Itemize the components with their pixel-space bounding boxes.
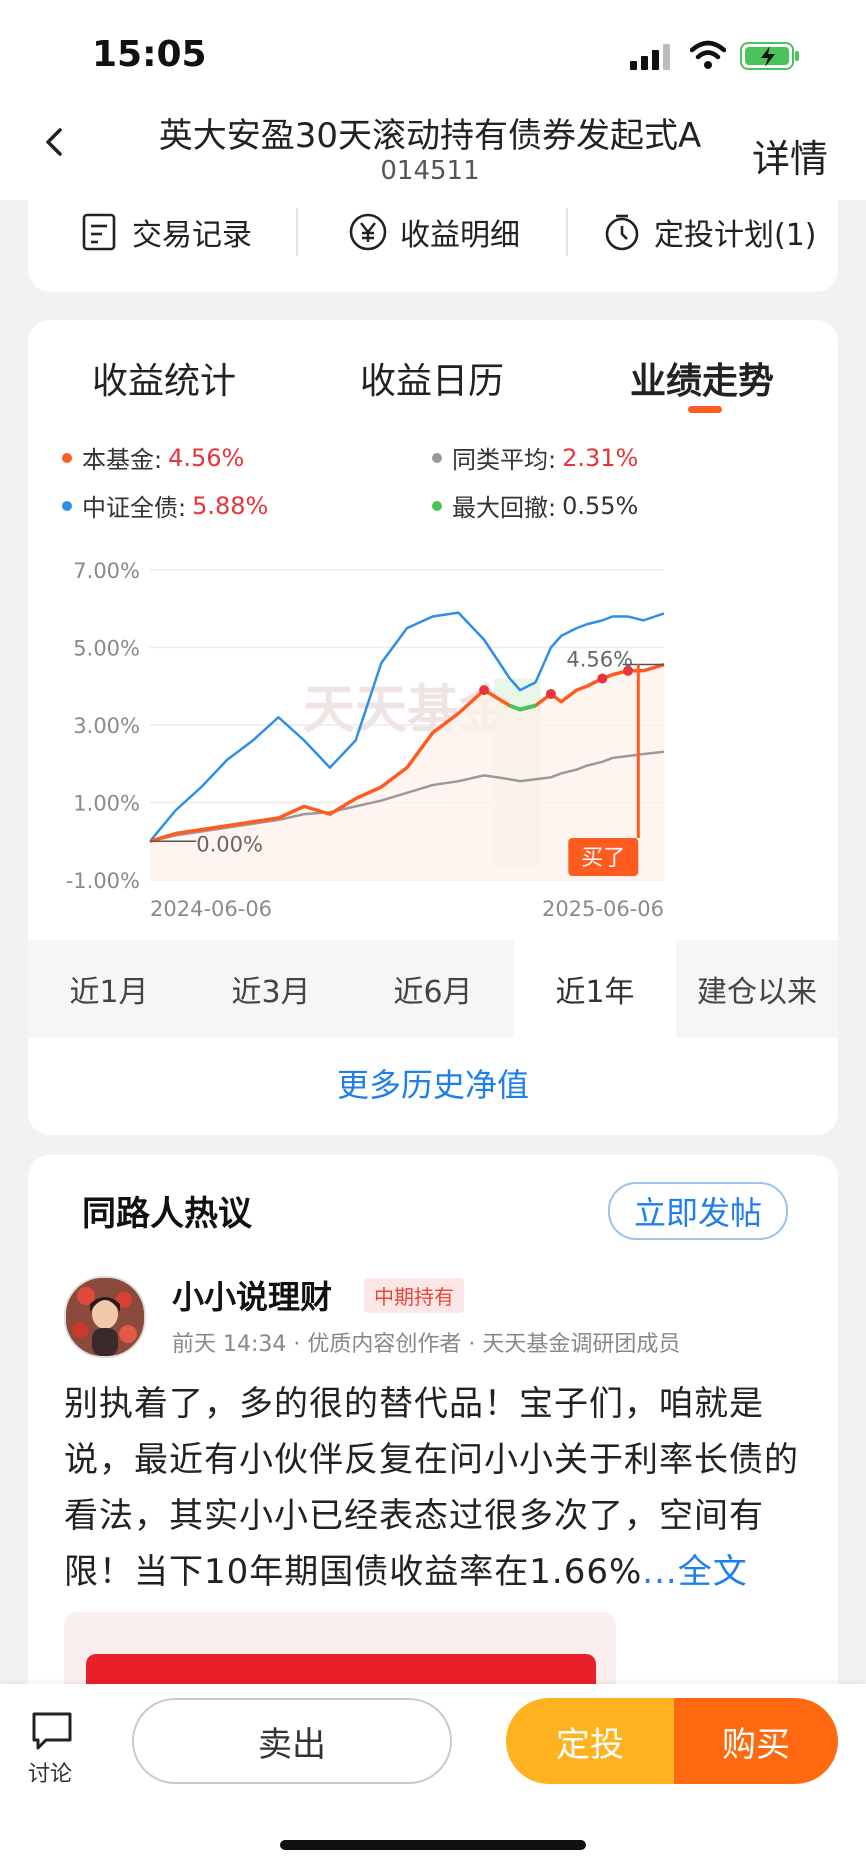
username[interactable]: 小小说理财 (172, 1272, 332, 1318)
yen-circle-icon (349, 213, 387, 251)
legend-index: 中证全债: 5.88% (62, 488, 268, 523)
performance-chart[interactable]: 7.00% 5.00% 3.00% 1.00% -1.00% 2024-06-06 2025… (28, 548, 838, 928)
read-more-link[interactable]: ...全文 (642, 1552, 747, 1592)
period-since-inception[interactable]: 建仓以来 (676, 940, 838, 1038)
tab-performance-trend[interactable]: 业绩走势 (630, 352, 774, 404)
legend-value: 4.56% (168, 443, 245, 472)
status-time: 15:05 (92, 34, 207, 75)
legend-label: 同类平均: (452, 446, 557, 474)
divider (296, 208, 298, 256)
end-value-label: 4.56% (566, 648, 633, 672)
holding-badge: 中期持有 (364, 1278, 464, 1313)
y-tick-label: 1.00% (73, 792, 140, 816)
y-tick-label: 7.00% (73, 559, 140, 583)
legend-label: 本基金: (82, 446, 163, 474)
trade-marker (545, 689, 556, 699)
period-6m[interactable]: 近6月 (352, 940, 514, 1038)
timer-icon (605, 214, 639, 251)
legend-fund: 本基金: 4.56% (62, 440, 244, 475)
sell-button[interactable]: 卖出 (132, 1698, 452, 1784)
legend-dot (432, 500, 442, 511)
tab-income-stats[interactable]: 收益统计 (92, 352, 236, 404)
period-1y[interactable]: 近1年 (514, 940, 676, 1038)
trade-marker (597, 673, 608, 684)
active-tab-indicator (688, 406, 722, 413)
income-detail-button[interactable]: 收益明细 (348, 205, 520, 259)
back-arrow-icon[interactable] (40, 128, 68, 156)
x-tick-label: 2024-06-06 (150, 897, 272, 921)
legend-label: 中证全债: (82, 494, 187, 522)
post-button[interactable]: 立即发帖 (608, 1182, 788, 1240)
y-tick-label: 5.00% (73, 637, 140, 661)
legend-value: 2.31% (562, 443, 639, 472)
trade-record-button[interactable]: 交易记录 (80, 205, 252, 259)
start-value-label: 0.00% (196, 832, 263, 856)
more-history-link[interactable]: 更多历史净值 (28, 1060, 838, 1106)
discussion-title: 同路人热议 (82, 1194, 252, 1234)
battery-charging-icon (740, 42, 799, 70)
legend-value: 5.88% (192, 491, 269, 520)
auto-invest-button[interactable]: 定投 (506, 1698, 674, 1784)
y-tick-label: 3.00% (73, 714, 140, 738)
wifi-icon (690, 40, 726, 69)
document-icon (82, 213, 116, 251)
fund-code: 014511 (380, 156, 480, 186)
legend-dot (432, 452, 442, 463)
home-indicator (280, 1840, 586, 1850)
signal-icon (630, 44, 670, 70)
buy-marker-label: 买了 (581, 846, 625, 871)
chat-bubble-icon[interactable] (30, 1710, 74, 1752)
legend-max-drawdown: 最大回撤: 0.55% (432, 488, 638, 523)
y-tick-label: -1.00% (66, 869, 140, 893)
legend-dot (62, 452, 72, 463)
investment-plan-button[interactable]: 定投计划(1) (602, 205, 817, 259)
period-1m[interactable]: 近1月 (28, 940, 190, 1038)
trade-marker (479, 685, 490, 696)
legend-dot (62, 500, 72, 511)
avatar[interactable] (64, 1276, 146, 1358)
income-detail-label: 收益明细 (400, 218, 520, 253)
tab-income-calendar[interactable]: 收益日历 (360, 352, 504, 404)
fund-title: 英大安盈30天滚动持有债券发起式A (158, 116, 702, 156)
legend-category-avg: 同类平均: 2.31% (432, 440, 638, 475)
x-tick-label: 2025-06-06 (542, 897, 664, 921)
post-image-preview[interactable] (64, 1612, 616, 1690)
buy-button[interactable]: 购买 (674, 1698, 838, 1784)
investment-plan-label: 定投计划(1) (654, 218, 817, 253)
legend-label: 最大回撤: (452, 494, 557, 522)
post-body[interactable]: 别执着了，多的很的替代品！宝子们，咱就是说，最近有小伙伴反复在问小小关于利率长债… (64, 1376, 800, 1600)
discuss-label[interactable]: 讨论 (28, 1756, 72, 1788)
avatar-image (66, 1278, 144, 1356)
post-meta: 前天 14:34 · 优质内容创作者 · 天天基金调研团成员 (172, 1332, 681, 1357)
trade-record-label: 交易记录 (132, 218, 252, 253)
divider (566, 208, 568, 256)
detail-button[interactable]: 详情 (752, 128, 828, 183)
period-3m[interactable]: 近3月 (190, 940, 352, 1038)
legend-value: 0.55% (562, 491, 639, 520)
